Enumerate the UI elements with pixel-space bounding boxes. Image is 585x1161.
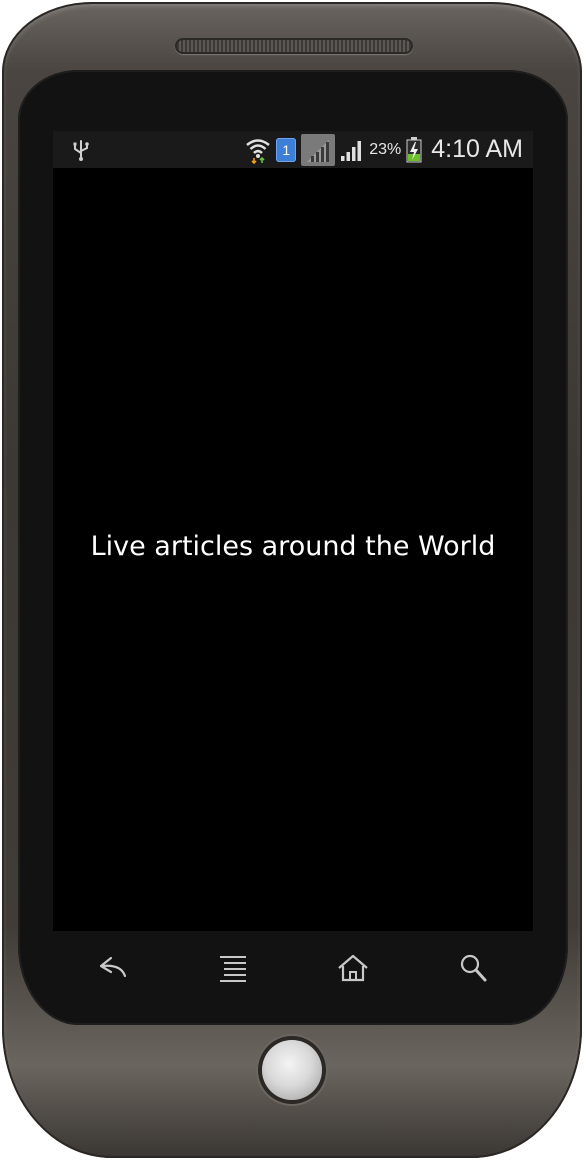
earpiece-speaker — [175, 38, 413, 54]
sim-icon: 1 — [276, 137, 297, 162]
search-icon[interactable] — [453, 952, 493, 984]
hardware-nav-keys — [53, 940, 533, 996]
status-icons-group: 1 23% 4:10 AM — [245, 131, 523, 168]
sim-slot-label: 1 — [282, 141, 291, 158]
menu-icon[interactable] — [213, 952, 253, 984]
secondary-signal-icon — [301, 133, 336, 166]
battery-percent: 23% — [369, 140, 402, 158]
trackball-button[interactable] — [262, 1040, 322, 1100]
back-icon[interactable] — [93, 952, 133, 984]
splash-tagline: Live articles around the World — [90, 531, 496, 562]
status-clock: 4:10 AM — [431, 135, 523, 163]
device-screen: 1 23% 4:10 AM Live articles around the W… — [53, 131, 533, 931]
signal-icon — [341, 140, 362, 161]
status-bar: 1 23% 4:10 AM — [53, 131, 533, 168]
usb-icon — [73, 140, 89, 161]
home-icon[interactable] — [333, 952, 373, 984]
wifi-icon — [246, 138, 271, 164]
battery-charging-icon — [406, 136, 422, 162]
